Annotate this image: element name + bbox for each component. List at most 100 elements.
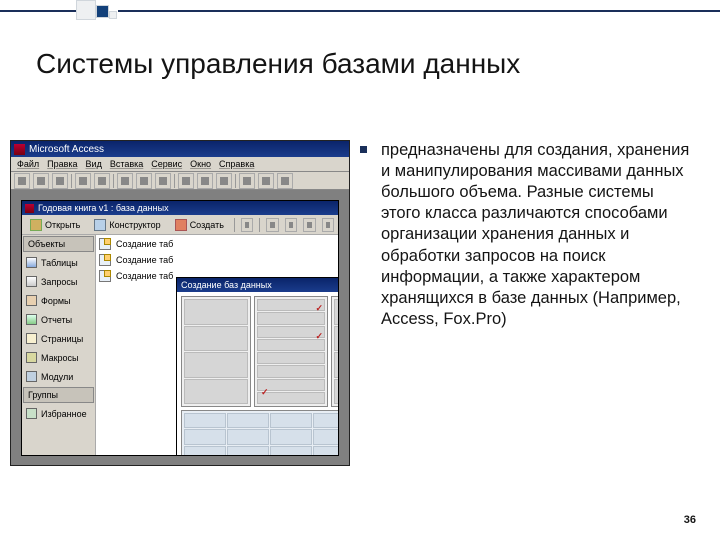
sidebar-item-queries[interactable]: Запросы <box>22 272 95 291</box>
toolbar-separator <box>235 174 236 188</box>
view-button[interactable] <box>266 218 278 232</box>
toolbar-button[interactable] <box>52 173 68 189</box>
app-titlebar: Microsoft Access <box>11 141 349 157</box>
sidebar-label: Страницы <box>41 334 83 344</box>
sidebar-item-pages[interactable]: Страницы <box>22 329 95 348</box>
tables-icon <box>26 257 37 268</box>
preview-panel: ✓ ✓ ✓ <box>331 296 338 407</box>
modules-icon <box>26 371 37 382</box>
toolbar-button[interactable] <box>155 173 171 189</box>
wizard-icon <box>99 238 111 250</box>
app-title: Microsoft Access <box>29 144 104 155</box>
toolbar-separator <box>71 174 72 188</box>
toolbar-separator <box>259 218 260 232</box>
menu-file[interactable]: Файл <box>14 159 42 169</box>
toolbar-separator <box>174 174 175 188</box>
sidebar-item-favorites[interactable]: Избранное <box>22 404 95 423</box>
preview-panel: ✓ ✓ ✓ <box>254 296 328 407</box>
open-icon <box>30 219 42 231</box>
menubar[interactable]: Файл Правка Вид Вставка Сервис Окно Спра… <box>11 157 349 172</box>
toolbar-separator <box>234 218 235 232</box>
access-screenshot: Microsoft Access Файл Правка Вид Вставка… <box>10 140 350 466</box>
forms-icon <box>26 295 37 306</box>
bullet-icon <box>360 146 367 153</box>
tool-open[interactable]: Открыть <box>26 217 84 233</box>
queries-icon <box>26 276 37 287</box>
list-item[interactable]: Создание таб <box>99 237 173 251</box>
db-window-title: Годовая книга v1 : база данных <box>38 203 169 213</box>
sidebar-item-tables[interactable]: Таблицы <box>22 253 95 272</box>
database-window: Годовая книга v1 : база данных Открыть К… <box>21 200 339 456</box>
design-icon <box>94 219 106 231</box>
datasheet-preview <box>181 410 338 455</box>
sidebar-label: Таблицы <box>41 258 78 268</box>
toolbar-button[interactable] <box>117 173 133 189</box>
mdi-workspace: Годовая книга v1 : база данных Открыть К… <box>11 190 349 465</box>
db-window-icon <box>25 204 34 213</box>
list-item-label: Создание таб <box>116 271 173 281</box>
sidebar-item-modules[interactable]: Модули <box>22 367 95 386</box>
groups-header: Группы <box>23 387 94 403</box>
db-objects-bar: Объекты Таблицы Запросы Формы Отчеты Стр… <box>22 235 96 455</box>
sidebar-label: Отчеты <box>41 315 72 325</box>
reports-icon <box>26 314 37 325</box>
list-item[interactable]: Создание таб <box>99 269 173 283</box>
slide-title: Системы управления базами данных <box>36 48 520 80</box>
tool-create[interactable]: Создать <box>171 217 228 233</box>
main-toolbar[interactable] <box>11 172 349 190</box>
sidebar-label: Формы <box>41 296 71 306</box>
tool-design-label: Конструктор <box>109 220 160 230</box>
tool-create-label: Создать <box>190 220 224 230</box>
toolbar-button[interactable] <box>14 173 30 189</box>
sidebar-label: Избранное <box>41 409 87 419</box>
menu-insert[interactable]: Вставка <box>107 159 146 169</box>
toolbar-button[interactable] <box>178 173 194 189</box>
toolbar-button[interactable] <box>94 173 110 189</box>
slide-decoration <box>0 0 720 18</box>
tool-open-label: Открыть <box>45 220 80 230</box>
macros-icon <box>26 352 37 363</box>
create-icon <box>175 219 187 231</box>
menu-help[interactable]: Справка <box>216 159 257 169</box>
preview-panel <box>181 296 251 407</box>
menu-window[interactable]: Окно <box>187 159 214 169</box>
favorites-icon <box>26 408 37 419</box>
popup-titlebar: Создание баз данных <box>177 278 338 292</box>
body-text: предназначены для создания, хранения и м… <box>381 140 694 330</box>
toolbar-button[interactable] <box>33 173 49 189</box>
db-window-titlebar: Годовая книга v1 : база данных <box>22 201 338 215</box>
slide-body: предназначены для создания, хранения и м… <box>360 140 694 330</box>
wizard-icon <box>99 254 111 266</box>
toolbar-button[interactable] <box>239 173 255 189</box>
sidebar-item-forms[interactable]: Формы <box>22 291 95 310</box>
access-logo-icon <box>14 144 25 155</box>
menu-edit[interactable]: Правка <box>44 159 80 169</box>
toolbar-button[interactable] <box>136 173 152 189</box>
create-database-popup: Создание баз данных ✓ ✓ ✓ <box>176 277 338 455</box>
view-button[interactable] <box>322 218 334 232</box>
sidebar-item-macros[interactable]: Макросы <box>22 348 95 367</box>
list-item-label: Создание таб <box>116 255 173 265</box>
delete-button[interactable] <box>241 218 253 232</box>
sidebar-label: Макросы <box>41 353 79 363</box>
menu-tools[interactable]: Сервис <box>148 159 185 169</box>
list-item[interactable]: Создание таб <box>99 253 173 267</box>
toolbar-separator <box>113 174 114 188</box>
sidebar-item-reports[interactable]: Отчеты <box>22 310 95 329</box>
menu-view[interactable]: Вид <box>83 159 105 169</box>
db-list-pane: Создание таб Создание таб Создание таб С… <box>96 235 338 455</box>
toolbar-button[interactable] <box>197 173 213 189</box>
view-button[interactable] <box>303 218 315 232</box>
list-item-label: Создание таб <box>116 239 173 249</box>
toolbar-button[interactable] <box>277 173 293 189</box>
pages-icon <box>26 333 37 344</box>
objects-header: Объекты <box>23 236 94 252</box>
page-number: 36 <box>684 514 696 526</box>
toolbar-button[interactable] <box>75 173 91 189</box>
view-button[interactable] <box>285 218 297 232</box>
sidebar-label: Модули <box>41 372 73 382</box>
tool-design[interactable]: Конструктор <box>90 217 164 233</box>
toolbar-button[interactable] <box>216 173 232 189</box>
toolbar-button[interactable] <box>258 173 274 189</box>
db-window-toolbar[interactable]: Открыть Конструктор Создать <box>22 215 338 235</box>
